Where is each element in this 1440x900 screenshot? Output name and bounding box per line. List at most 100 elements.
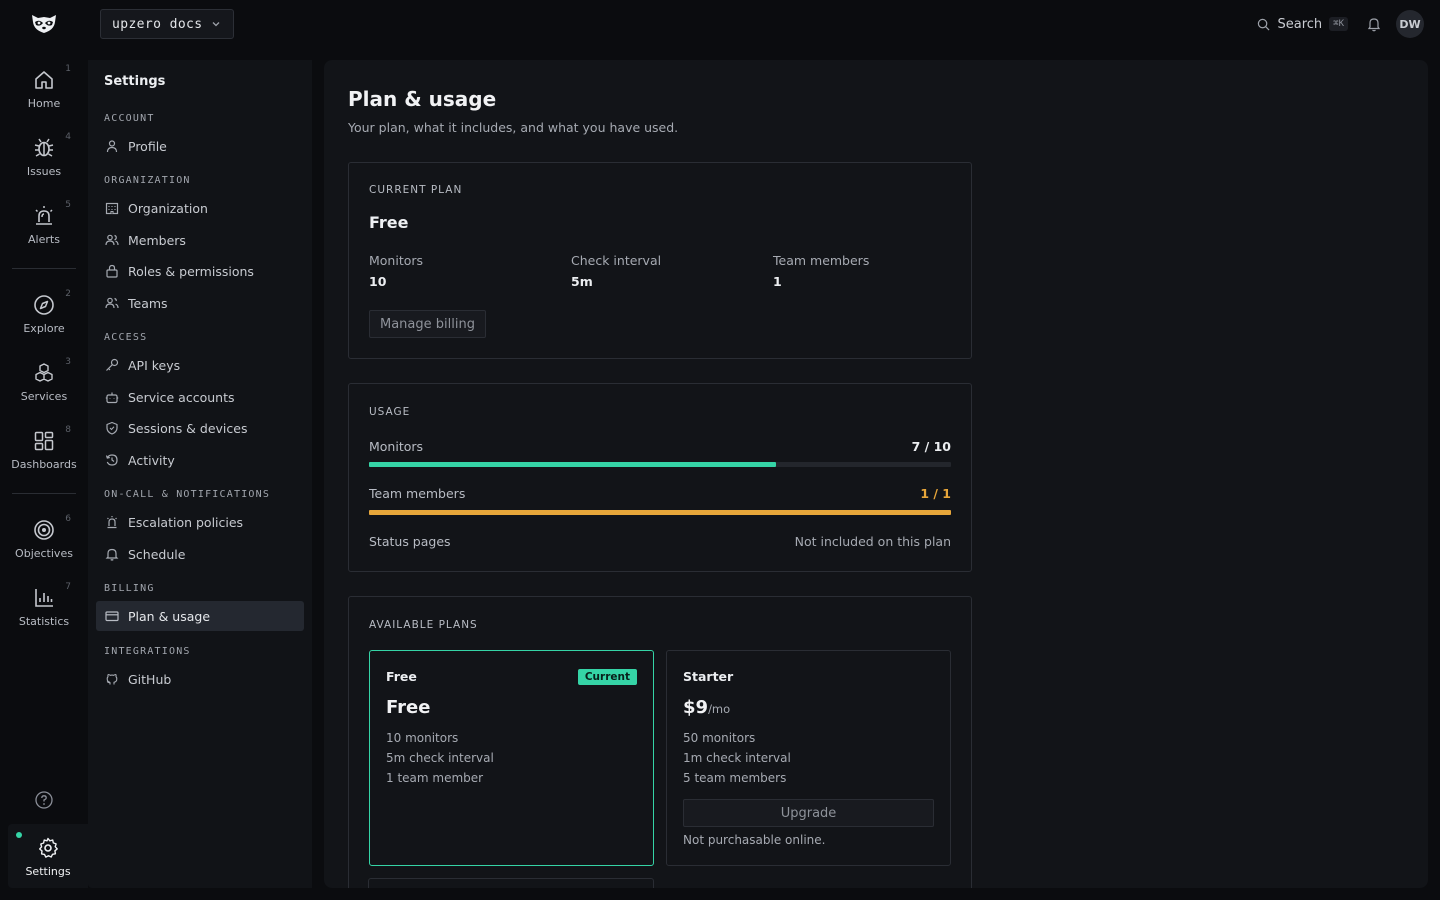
sidebar-item-activity[interactable]: Activity [96, 445, 304, 475]
rail-divider [12, 268, 76, 269]
sidebar-item-schedule[interactable]: Schedule [96, 539, 304, 569]
current-plan-name: Free [369, 213, 409, 232]
plan-tile-starter[interactable]: Starter $9/mo 50 monitors 1m check inter… [666, 650, 951, 866]
shortcut-number: 1 [65, 64, 71, 74]
rail-label: Home [27, 97, 61, 110]
user-icon [106, 140, 118, 153]
card-label: CURRENT PLAN [369, 184, 463, 196]
usage-card: USAGE Monitors 7 / 10 Team members 1 / 1… [348, 383, 972, 572]
sidebar-item-teams[interactable]: Teams [96, 288, 304, 318]
usage-value: 7 / 10 [911, 439, 951, 454]
plan-price-period: /mo [708, 702, 731, 716]
avatar[interactable]: DW [1396, 10, 1424, 38]
rail-label: Settings [25, 865, 71, 878]
usage-value: 1 / 1 [920, 486, 951, 501]
siren-icon [107, 516, 117, 529]
shield-icon [106, 421, 118, 435]
rail-label: Services [20, 390, 68, 403]
sidebar-title: Settings [104, 74, 166, 89]
rail-item-dashboards[interactable]: 8 Dashboards [0, 421, 88, 483]
credit-card-icon [105, 611, 119, 622]
section-heading: ACCESS [104, 332, 148, 343]
sidebar-item-roles[interactable]: Roles & permissions [96, 256, 304, 286]
stat-value: 5m [571, 274, 593, 289]
sidebar-item-sessions[interactable]: Sessions & devices [96, 413, 304, 443]
search-icon [1258, 18, 1270, 30]
primary-nav-rail: 1 Home 4 Issues 5 Alerts 2 Explore 3 Ser… [0, 48, 88, 900]
plan-feature: 1m check interval [683, 751, 791, 765]
plan-price-amount: Free [386, 697, 431, 718]
plan-feature: 1 team member [386, 771, 484, 785]
rail-item-home[interactable]: 1 Home [0, 60, 88, 122]
upgrade-button[interactable]: Upgrade [683, 799, 934, 827]
usage-bar-monitors [369, 462, 951, 467]
gear-icon [39, 837, 58, 858]
usage-bar-fill [369, 462, 777, 467]
usage-label: Monitors [369, 439, 424, 454]
sidebar-item-label: Escalation policies [128, 514, 244, 530]
usage-label: Team members [369, 486, 466, 501]
workspace-switcher[interactable]: upzero docs [100, 9, 234, 39]
current-plan-card: CURRENT PLAN Free Monitors 10 Check inte… [348, 162, 972, 359]
sidebar-item-organization[interactable]: Organization [96, 193, 304, 223]
stat-team-members: Team members 1 [773, 253, 869, 289]
search-shortcut: ⌘K [1329, 17, 1348, 31]
chevron-down-icon [212, 22, 219, 27]
raccoon-logo-icon [32, 15, 56, 33]
rail-item-alerts[interactable]: 5 Alerts [0, 196, 88, 258]
plan-price-amount: $9 [683, 697, 709, 718]
plan-note: Not purchasable online. [683, 833, 826, 847]
sidebar-item-label: Sessions & devices [128, 420, 248, 436]
sidebar-item-label: Schedule [128, 546, 186, 562]
sidebar-item-label: Plan & usage [128, 608, 211, 624]
plan-tile-free[interactable]: Free Current Free 10 monitors 5m check i… [369, 650, 654, 866]
lock-icon [106, 264, 118, 278]
page-title: Plan & usage [348, 87, 497, 111]
plan-feature: 5 team members [683, 771, 787, 785]
plan-feature: 5m check interval [386, 751, 494, 765]
rail-item-objectives[interactable]: 6 Objectives [0, 510, 88, 572]
team-icon [105, 297, 119, 309]
main-panel: Plan & usage Your plan, what it includes… [324, 60, 1428, 888]
current-badge: Current [577, 669, 637, 685]
sidebar-item-label: Profile [128, 138, 167, 154]
sidebar-item-label: Service accounts [128, 389, 235, 405]
sidebar-item-label: Members [128, 232, 186, 248]
sidebar-item-service-accounts[interactable]: Service accounts [96, 382, 304, 412]
help-icon[interactable] [34, 790, 54, 810]
card-label: USAGE [369, 406, 411, 418]
rail-item-settings[interactable]: Settings [8, 824, 88, 888]
usage-row-status-pages: Status pages Not included on this plan [369, 534, 951, 549]
app-logo[interactable] [28, 10, 60, 38]
rail-divider [12, 493, 76, 494]
section-heading: ORGANIZATION [104, 175, 191, 186]
sidebar-item-members[interactable]: Members [96, 225, 304, 255]
rail-label: Alerts [28, 233, 60, 246]
rail-item-statistics[interactable]: 7 Statistics [0, 578, 88, 640]
rail-label: Dashboards [11, 458, 77, 471]
card-label: AVAILABLE PLANS [369, 619, 478, 631]
rail-item-services[interactable]: 3 Services [0, 353, 88, 415]
rail-item-explore[interactable]: 2 Explore [0, 285, 88, 347]
bell-icon [105, 548, 119, 561]
top-bar: upzero docs Search ⌘K DW [0, 0, 1440, 48]
rail-item-issues[interactable]: 4 Issues [0, 128, 88, 190]
siren-icon [35, 206, 53, 225]
sidebar-item-profile[interactable]: Profile [96, 131, 304, 161]
section-heading: ON-CALL & NOTIFICATIONS [104, 489, 271, 500]
key-icon [106, 358, 119, 371]
sidebar-item-label: GitHub [128, 671, 172, 687]
sidebar-item-github[interactable]: GitHub [96, 664, 304, 694]
bell-icon[interactable] [1366, 16, 1382, 32]
sidebar-item-plan-usage[interactable]: Plan & usage [96, 601, 304, 631]
manage-billing-button[interactable]: Manage billing [369, 310, 486, 338]
stat-label: Team members [773, 253, 870, 268]
sidebar-item-api-keys[interactable]: API keys [96, 350, 304, 380]
sidebar-item-label: Organization [128, 200, 208, 216]
bug-icon [34, 138, 54, 157]
sidebar-item-escalation-policies[interactable]: Escalation policies [96, 507, 304, 537]
plan-tile-next-partial [368, 878, 654, 888]
sidebar-item-label: Roles & permissions [128, 263, 254, 279]
github-icon [106, 673, 118, 685]
search-button[interactable]: Search ⌘K [1257, 17, 1352, 32]
